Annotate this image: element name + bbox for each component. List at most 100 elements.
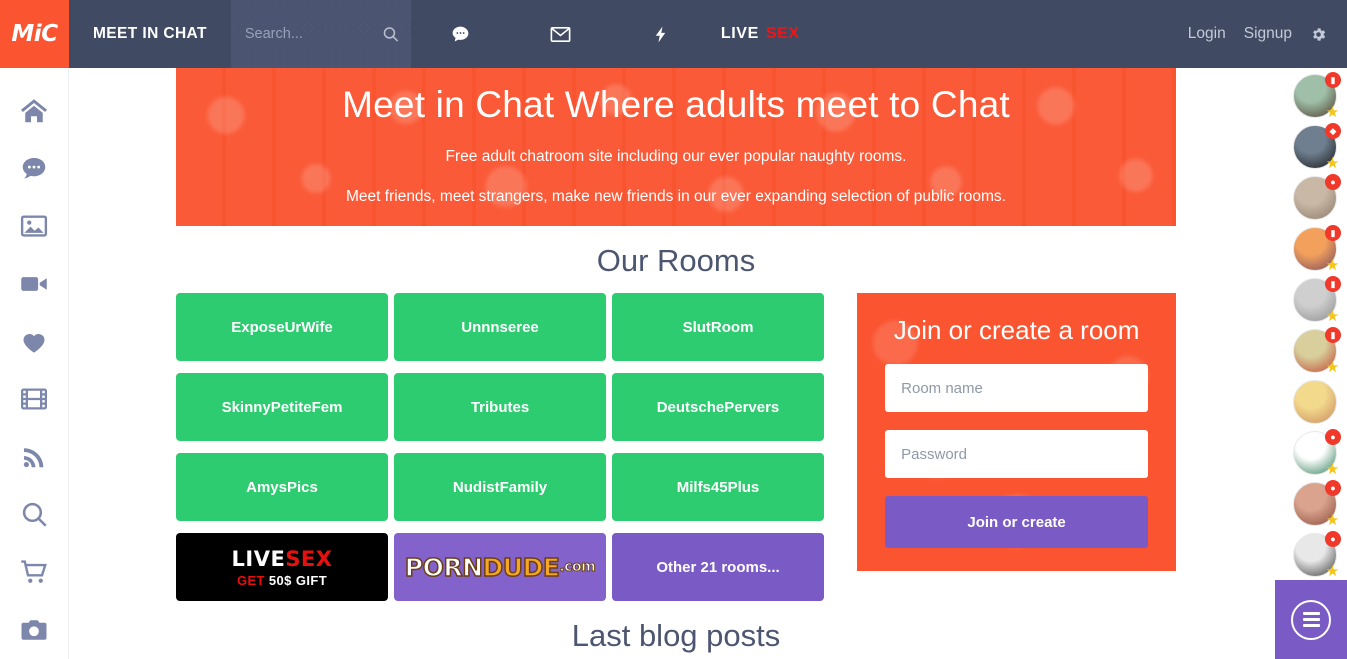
room-button[interactable]: Tributes xyxy=(394,373,606,441)
lightning-bolt-icon xyxy=(656,26,666,42)
fab-circle xyxy=(1291,599,1331,640)
main-content: Meet in Chat Where adults meet to Chat F… xyxy=(69,68,1283,659)
menu-hamburger-icon xyxy=(1302,612,1320,627)
blog-section-title: Last blog posts xyxy=(571,618,781,653)
brand-title[interactable]: MEET IN CHAT xyxy=(69,0,231,68)
search-submit-button[interactable] xyxy=(382,26,399,43)
hero-subtitle-2: Meet friends, meet strangers, make new f… xyxy=(346,188,1006,205)
avatar-7[interactable] xyxy=(1293,380,1337,424)
left-sidebar xyxy=(0,68,69,659)
rooms-section-title: Our Rooms xyxy=(596,243,756,278)
star-icon: ★ xyxy=(1325,308,1340,325)
avatar-8[interactable]: ● ★ xyxy=(1293,429,1341,478)
avatar-5[interactable]: ▮ ★ xyxy=(1293,276,1341,325)
nav-messages-button[interactable] xyxy=(511,0,611,68)
search-icon xyxy=(22,503,47,527)
live-sex-link[interactable]: LIVE SEX xyxy=(721,25,800,43)
porndude-logo: PORN DUDE .com xyxy=(404,552,596,583)
camera-icon xyxy=(21,620,47,640)
chat-icon xyxy=(22,157,46,178)
sidebar-item-favorites[interactable] xyxy=(0,313,69,371)
star-icon: ★ xyxy=(1325,155,1340,172)
search-input[interactable] xyxy=(244,26,395,42)
avatar-4[interactable]: ▮ ★ xyxy=(1293,225,1341,274)
image-icon xyxy=(20,215,48,237)
envelope-icon xyxy=(550,26,571,42)
chat-menu-fab-button[interactable] xyxy=(1275,580,1347,659)
rss-icon xyxy=(23,448,44,468)
join-panel-title: Join or create a room xyxy=(893,315,1140,345)
nav-chat-button[interactable] xyxy=(411,0,511,68)
sidebar-item-video[interactable] xyxy=(0,255,69,313)
user-icon: ● xyxy=(1325,429,1341,445)
home-icon xyxy=(21,99,47,123)
join-create-room-panel: Join or create a room Join or create xyxy=(857,293,1176,571)
room-button[interactable]: Milfs45Plus xyxy=(612,453,824,521)
porndude-ad-banner[interactable]: PORN DUDE .com xyxy=(394,533,606,601)
avatar-2[interactable]: ◆ ★ xyxy=(1293,123,1341,172)
header-nav-icons: LIVE SEX xyxy=(411,0,1188,68)
briefcase-icon: ▮ xyxy=(1325,327,1341,343)
live-sex-ad-line2: GET 50$ GIFT xyxy=(237,573,327,588)
star-icon: ★ xyxy=(1325,257,1340,274)
page-root: MiC MEET IN CHAT Search... LIVE SEX Logi… xyxy=(0,0,1347,659)
search-box[interactable] xyxy=(230,0,411,68)
logo[interactable]: MiC xyxy=(0,0,69,68)
live-sex-ad-sex-text: SEX xyxy=(285,546,333,571)
avatar-6[interactable]: ▮ ★ xyxy=(1293,327,1341,376)
login-link[interactable]: Login xyxy=(1188,25,1226,43)
heart-icon xyxy=(23,333,45,353)
room-button[interactable]: DeutschePervers xyxy=(612,373,824,441)
room-name-input[interactable] xyxy=(885,364,1148,412)
live-sex-ad-get-text: GET xyxy=(236,572,265,588)
hero-subtitle-1: Free adult chatroom site including our e… xyxy=(445,148,907,165)
sidebar-item-movies[interactable] xyxy=(0,371,69,429)
sidebar-item-chat[interactable] xyxy=(0,140,69,198)
briefcase-icon: ▮ xyxy=(1325,225,1341,241)
avatar-3[interactable]: ● xyxy=(1293,174,1341,220)
sidebar-item-feed[interactable] xyxy=(0,428,69,486)
avatar-10[interactable]: ● ★ xyxy=(1293,531,1341,579)
star-icon: ★ xyxy=(1325,104,1340,121)
live-sex-ad-banner[interactable]: LIVESEX GET 50$ GIFT xyxy=(176,533,388,601)
settings-button[interactable] xyxy=(1310,26,1327,43)
sidebar-item-camera[interactable] xyxy=(0,601,69,659)
search-icon xyxy=(383,27,399,42)
nav-activity-button[interactable] xyxy=(611,0,711,68)
avatar-1[interactable]: ▮ ★ xyxy=(1293,72,1341,121)
other-rooms-button[interactable]: Other 21 rooms... xyxy=(612,533,824,601)
porndude-part1: PORN xyxy=(404,552,484,583)
sidebar-item-home[interactable] xyxy=(0,82,69,140)
rooms-grid: ExposeUrWife Unnnseree SlutRoom SkinnyPe… xyxy=(176,293,833,601)
live-sex-ad-line1: LIVESEX xyxy=(232,547,333,571)
user-icon: ● xyxy=(1325,174,1341,190)
join-or-create-button[interactable]: Join or create xyxy=(885,496,1148,548)
room-password-input[interactable] xyxy=(885,430,1148,478)
hero-banner: Meet in Chat Where adults meet to Chat F… xyxy=(176,68,1176,226)
online-users-rail[interactable]: ▮★◆★●▮★▮★▮★●★●★●★●★ xyxy=(1283,68,1347,659)
star-icon: ★ xyxy=(1325,359,1340,376)
briefcase-icon: ▮ xyxy=(1325,72,1341,88)
sidebar-item-pictures[interactable] xyxy=(0,197,69,255)
room-button[interactable]: SlutRoom xyxy=(612,293,824,361)
room-button[interactable]: NudistFamily xyxy=(394,453,606,521)
signup-link[interactable]: Signup xyxy=(1244,25,1292,43)
sidebar-item-search[interactable] xyxy=(0,486,69,544)
cart-icon xyxy=(21,560,47,584)
avatar-9[interactable]: ● ★ xyxy=(1293,480,1341,529)
room-button[interactable]: AmysPics xyxy=(176,453,388,521)
gear-icon xyxy=(1313,27,1326,41)
room-button[interactable]: Unnnseree xyxy=(394,293,606,361)
star-icon: ★ xyxy=(1325,461,1340,478)
film-icon xyxy=(21,388,47,410)
star-icon: ★ xyxy=(1325,512,1340,529)
porndude-part3: .com xyxy=(559,559,596,576)
diamond-icon: ◆ xyxy=(1325,123,1341,139)
porndude-part2: DUDE xyxy=(482,552,561,583)
top-header: MiC MEET IN CHAT Search... LIVE SEX Logi… xyxy=(0,0,1347,68)
sidebar-item-shop[interactable] xyxy=(0,544,69,602)
video-camera-icon xyxy=(21,277,47,291)
avatar xyxy=(1293,380,1337,424)
room-button[interactable]: SkinnyPetiteFem xyxy=(176,373,388,441)
room-button[interactable]: ExposeUrWife xyxy=(176,293,388,361)
